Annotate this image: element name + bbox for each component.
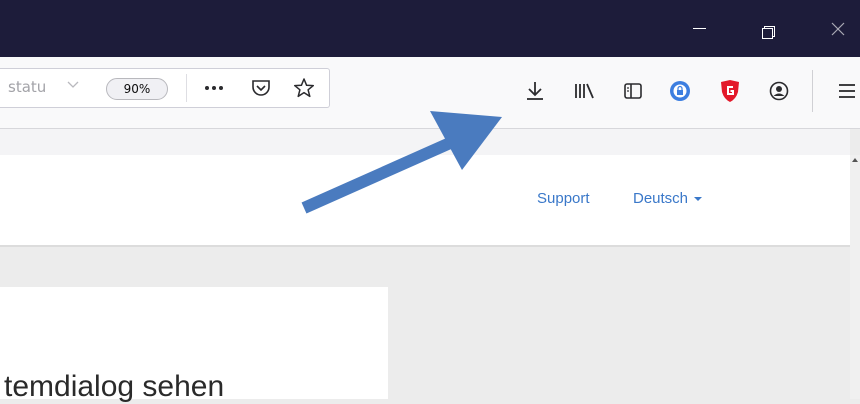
download-icon[interactable] [521, 77, 549, 105]
language-label: Deutsch [633, 190, 689, 207]
bookmark-star-icon[interactable] [292, 76, 316, 100]
library-icon[interactable] [570, 77, 598, 105]
web-page: Support Deutsch temdialog sehen [0, 129, 860, 403]
site-header: Support Deutsch [0, 155, 850, 247]
scroll-up-arrow-icon[interactable] [852, 158, 858, 162]
page-top-strip [0, 129, 850, 155]
language-dropdown[interactable]: Deutsch [633, 190, 703, 207]
zoom-indicator[interactable]: 90% [106, 78, 168, 100]
more-icon[interactable] [202, 76, 226, 100]
content-card: temdialog sehen [0, 287, 388, 403]
urlbar-separator [186, 74, 187, 102]
lock-extension-icon[interactable] [666, 77, 694, 105]
minimize-icon [692, 28, 706, 29]
restore-button[interactable] [744, 0, 790, 57]
close-button[interactable] [815, 0, 860, 57]
minimize-button[interactable] [676, 0, 722, 57]
page-scrollbar[interactable] [850, 155, 860, 399]
pocket-icon[interactable] [249, 76, 273, 100]
url-text[interactable]: statu [8, 78, 46, 96]
navigation-toolbar: statu 90% [0, 57, 860, 129]
close-icon [831, 22, 845, 35]
gdata-shield-icon[interactable] [716, 77, 744, 105]
url-bar[interactable]: statu 90% [0, 68, 330, 108]
toolbar-separator [812, 70, 813, 112]
hamburger-menu-icon[interactable] [833, 77, 860, 105]
support-link[interactable]: Support [537, 190, 590, 207]
url-dropdown-icon[interactable] [66, 77, 80, 95]
window-titlebar [0, 0, 860, 57]
sidebar-icon[interactable] [619, 77, 647, 105]
account-icon[interactable] [765, 77, 793, 105]
caret-down-icon [694, 197, 703, 202]
